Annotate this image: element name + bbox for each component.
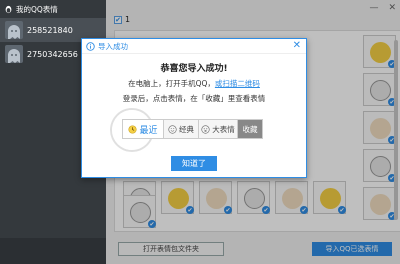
dialog-titlebar: 导入成功 ✕ [82,39,306,54]
dialog-close-button[interactable]: ✕ [293,40,301,51]
import-success-dialog: 导入成功 ✕ 恭喜您导入成功! 在电脑上，打开手机QQ，或扫描二维码 登录后，点… [81,38,307,178]
dialog-heading: 恭喜您导入成功! [160,64,228,74]
qq-penguin-icon [5,5,12,13]
ok-button[interactable]: 知道了 [171,156,217,171]
clock-icon [128,124,138,134]
big-emoji-icon [201,124,210,134]
sidebar-footer [0,238,106,264]
tab-classic[interactable]: 经典 [163,119,199,139]
avatar [5,21,23,39]
tab-favorites[interactable]: 收藏 [237,119,263,139]
ghost-avatar-icon [8,49,20,63]
tab-recent[interactable]: 最近 [122,119,164,139]
info-icon [86,41,95,51]
emoji-tabs: 最近 经典 大表情 收藏 [122,119,312,141]
ghost-avatar-icon [8,25,20,39]
tab-big-emoji[interactable]: 大表情 [198,119,238,139]
account-id: 258521840 [27,25,73,35]
avatar [5,45,23,63]
dialog-instruction-2: 登录后，点击表情，在「收藏」里查看表情 [122,94,266,103]
sidebar-title: 我的QQ表情 [16,4,58,14]
sidebar-header: 我的QQ表情 [0,0,106,18]
smile-icon [168,124,177,134]
account-id: 2750342656 [27,49,78,59]
qr-code-link[interactable]: 或扫描二维码 [215,79,260,88]
dialog-instruction-1: 在电脑上，打开手机QQ，或扫描二维码 [128,79,260,88]
dialog-title: 导入成功 [98,41,128,51]
